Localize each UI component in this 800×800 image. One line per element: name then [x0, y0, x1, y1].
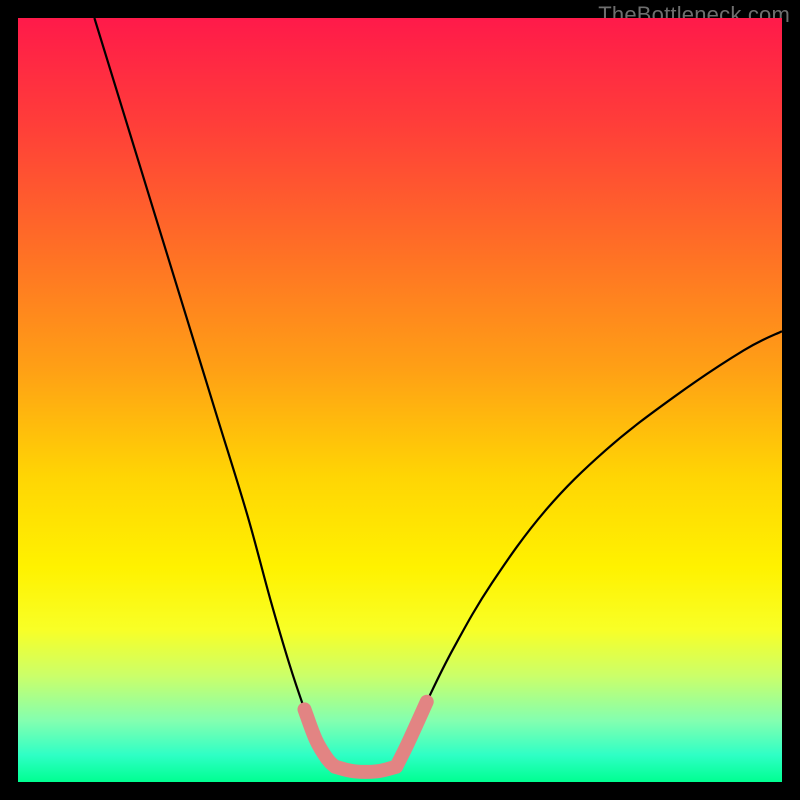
bottleneck-curve: [18, 18, 782, 782]
plot-area: [18, 18, 782, 782]
